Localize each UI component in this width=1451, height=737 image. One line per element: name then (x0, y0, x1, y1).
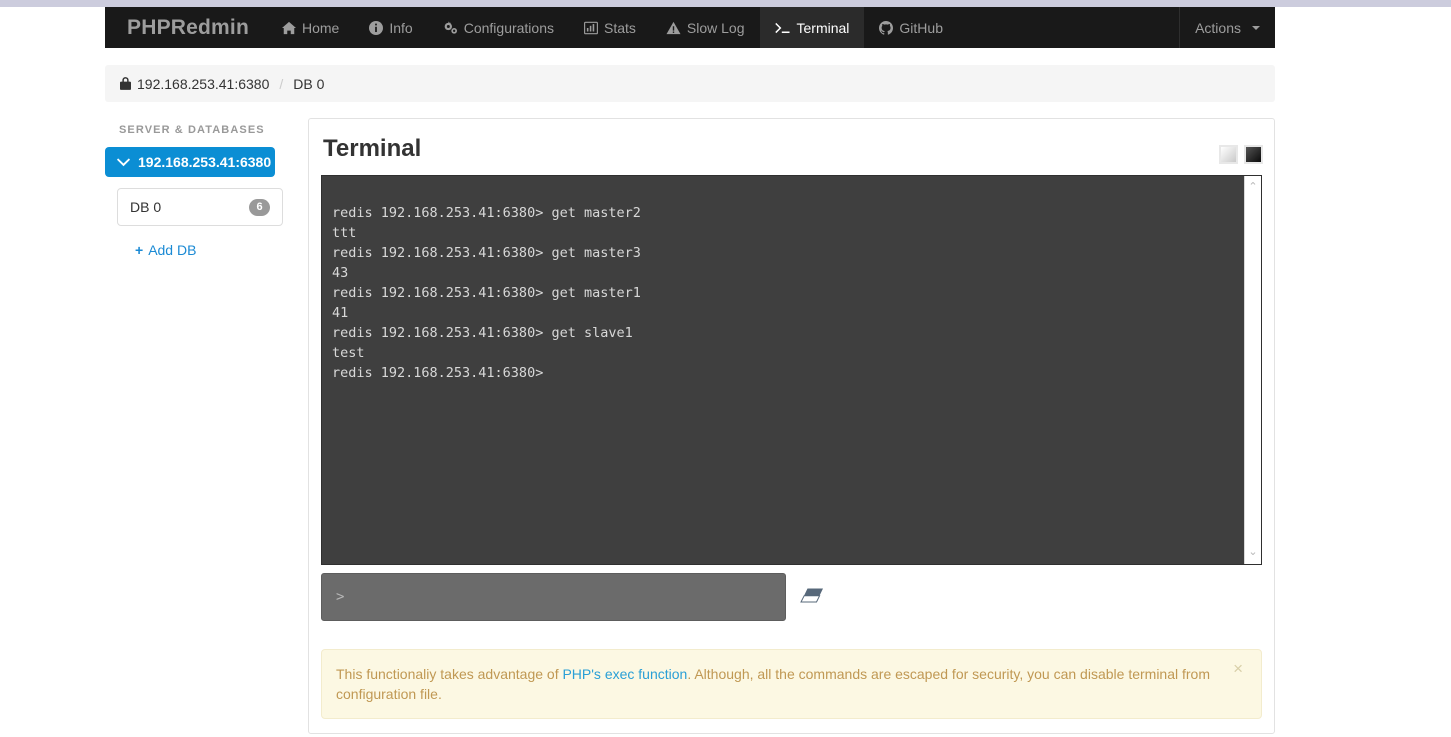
breadcrumb: 192.168.253.41:6380 / DB 0 (105, 65, 1275, 102)
chevron-down-icon (117, 157, 130, 167)
terminal-scrollbar[interactable]: ⌃ ⌄ (1244, 176, 1261, 564)
nav-menu: Home Info Configurations Stats Slow Log … (267, 7, 1179, 48)
github-icon (879, 20, 894, 35)
nav-label-home: Home (302, 19, 340, 36)
home-icon (282, 21, 296, 35)
actions-label: Actions (1195, 19, 1241, 36)
scroll-up-icon[interactable]: ⌃ (1248, 176, 1257, 199)
sidebar-server-item[interactable]: 192.168.253.41:6380 (105, 147, 275, 177)
lock-icon (120, 77, 131, 90)
nav-label-info: Info (389, 19, 413, 36)
eraser-icon (798, 585, 826, 609)
terminal-input-row: > (321, 573, 1262, 621)
plus-icon: + (135, 242, 144, 258)
gears-icon (443, 20, 458, 35)
nav-item-github[interactable]: GitHub (864, 7, 958, 48)
terminal-command-input[interactable]: > (321, 573, 786, 621)
actions-dropdown[interactable]: Actions (1180, 7, 1275, 48)
terminal-output-container: redis 192.168.253.41:6380> get master2 t… (321, 175, 1262, 565)
database-list: DB 0 6 (117, 188, 283, 226)
add-db-label: Add DB (148, 242, 197, 258)
nav-label-terminal: Terminal (796, 19, 850, 36)
alert-close-button[interactable]: × (1227, 659, 1249, 678)
main-navbar: PHPRedmin Home Info Configurations Stats… (105, 7, 1275, 48)
terminal-output: redis 192.168.253.41:6380> get master2 t… (332, 204, 641, 381)
db-label: DB 0 (130, 199, 162, 215)
terminal-panel: Terminal redis 192.168.253.41:6380> get … (308, 118, 1275, 734)
add-db-button[interactable]: + Add DB (135, 242, 295, 258)
nav-label-configurations: Configurations (463, 19, 554, 36)
info-circle-icon (369, 20, 384, 35)
navbar-right: Actions (1179, 7, 1275, 48)
nav-item-configurations[interactable]: Configurations (428, 7, 569, 48)
breadcrumb-separator: / (279, 75, 284, 92)
panel-header: Terminal (309, 119, 1274, 175)
scroll-down-icon[interactable]: ⌄ (1248, 541, 1257, 564)
nav-item-stats[interactable]: Stats (569, 7, 651, 48)
nav-item-home[interactable]: Home (267, 7, 354, 48)
breadcrumb-server[interactable]: 192.168.253.41:6380 (120, 76, 269, 92)
nav-label-stats: Stats (604, 19, 636, 36)
terminal-warning-alert: This functionaliy takes advantage of PHP… (321, 649, 1262, 719)
nav-label-slow-log: Slow Log (686, 19, 745, 36)
php-exec-function-link[interactable]: PHP's exec function (562, 666, 687, 682)
nav-item-slow-log[interactable]: Slow Log (651, 7, 760, 48)
app-root: PHPRedmin Home Info Configurations Stats… (0, 0, 1451, 737)
warning-triangle-icon (666, 21, 681, 35)
sidebar: SERVER & DATABASES 192.168.253.41:6380 D… (105, 124, 295, 258)
nav-item-info[interactable]: Info (354, 7, 427, 48)
page-title: Terminal (323, 135, 422, 162)
sidebar-item-db0[interactable]: DB 0 6 (118, 189, 282, 225)
alert-text-before: This functionaliy takes advantage of (336, 666, 563, 682)
clear-terminal-button[interactable] (786, 573, 838, 621)
nav-label-github: GitHub (899, 19, 943, 36)
db-key-count-badge: 6 (249, 198, 270, 216)
top-accent-strip (0, 0, 1451, 7)
chevron-down-icon (1252, 25, 1260, 30)
prompt-caret-icon: > (336, 589, 345, 605)
dark-theme-swatch[interactable] (1244, 145, 1263, 164)
terminal-prompt-icon (774, 21, 791, 35)
sidebar-heading: SERVER & DATABASES (119, 124, 265, 136)
nav-item-terminal[interactable]: Terminal (759, 7, 865, 48)
breadcrumb-current-db: DB 0 (293, 75, 325, 92)
brand-label: PHPRedmin (127, 15, 249, 39)
light-theme-swatch[interactable] (1219, 145, 1238, 164)
sidebar-server-label: 192.168.253.41:6380 (138, 154, 272, 170)
theme-toggle-group (1219, 145, 1263, 164)
breadcrumb-server-label: 192.168.253.41:6380 (137, 75, 270, 92)
brand-logo[interactable]: PHPRedmin (105, 7, 267, 48)
bar-chart-icon (584, 21, 598, 35)
